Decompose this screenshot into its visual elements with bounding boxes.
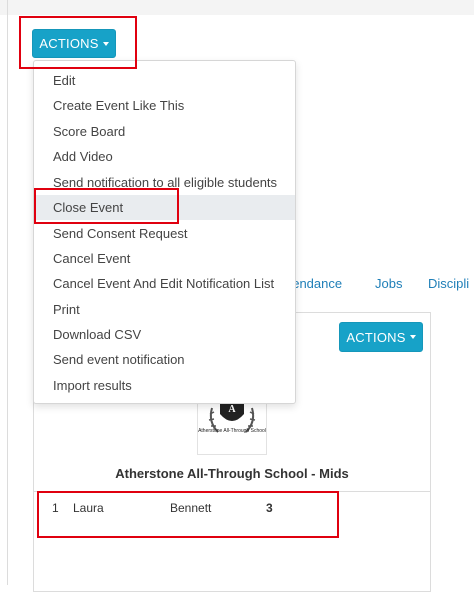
highlight-box-actions [19,16,137,69]
menu-item-edit[interactable]: Edit [34,68,295,93]
logo-caption: Atherstone All-Through School [198,428,266,434]
tab-discipline[interactable]: Discipli [428,276,469,291]
team-actions-button[interactable]: ACTIONS [339,322,423,352]
left-border [7,0,8,585]
highlight-box-row [37,491,339,538]
menu-item-cancel-event[interactable]: Cancel Event [34,246,295,271]
menu-item-create-event-like-this[interactable]: Create Event Like This [34,93,295,118]
menu-item-import-results[interactable]: Import results [34,373,295,398]
menu-item-send-consent-request[interactable]: Send Consent Request [34,221,295,246]
caret-down-icon [409,335,416,339]
school-name: Atherstone All-Through School - Mids [115,466,349,481]
menu-item-send-event-notification[interactable]: Send event notification [34,347,295,372]
tab-jobs[interactable]: Jobs [375,276,402,291]
team-actions-label: ACTIONS [346,329,406,345]
actions-dropdown-menu: Edit Create Event Like This Score Board … [33,60,296,404]
top-strip [0,0,474,15]
menu-item-add-video[interactable]: Add Video [34,144,295,169]
highlight-box-close-event [34,188,179,224]
menu-item-download-csv[interactable]: Download CSV [34,322,295,347]
menu-item-score-board[interactable]: Score Board [34,119,295,144]
svg-text:A: A [228,404,236,415]
menu-item-print[interactable]: Print [34,297,295,322]
menu-item-cancel-event-edit-list[interactable]: Cancel Event And Edit Notification List [34,271,295,296]
